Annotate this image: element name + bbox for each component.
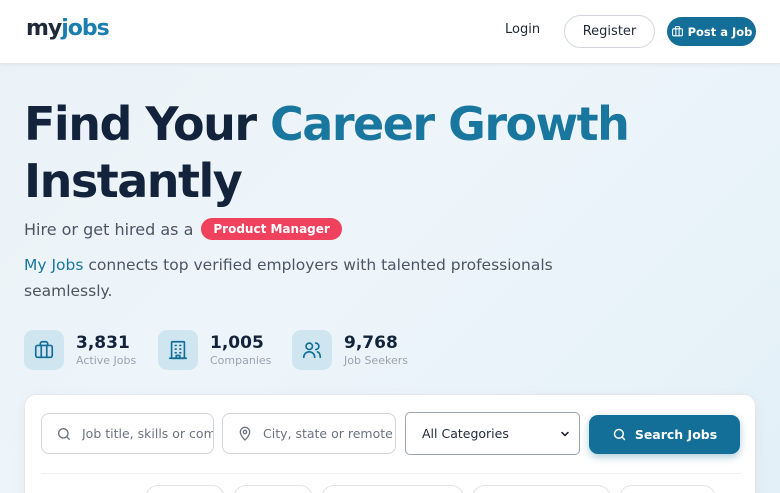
users-icon (302, 342, 322, 359)
stat-active-jobs: 3,831 Active Jobs (24, 330, 136, 370)
top-nav-bar: myjobs Login Register Post a Job (0, 0, 780, 64)
stat-job-seekers: 9,768 Job Seekers (292, 330, 408, 370)
stat-companies: 1,005 Companies (158, 330, 271, 370)
search-jobs-button[interactable]: Search Jobs (589, 415, 740, 454)
stat-icon-wrapper (24, 330, 64, 370)
popular-search-chip[interactable] (233, 485, 313, 493)
location-input[interactable] (263, 426, 395, 441)
category-selected-value: All Categories (422, 426, 509, 441)
map-pin-icon (239, 426, 251, 441)
brand-logo[interactable]: myjobs (26, 16, 110, 41)
login-link[interactable]: Login (505, 22, 540, 37)
stat-icon-wrapper (292, 330, 332, 370)
stat-value: 3,831 (76, 332, 130, 353)
subtitle-prefix: Hire or get hired as a (24, 219, 194, 239)
search-icon (58, 427, 70, 440)
stat-icon-wrapper (158, 330, 198, 370)
role-badge: Product Manager (201, 218, 342, 240)
category-select[interactable]: All Categories (405, 412, 580, 455)
popular-search-chip[interactable] (472, 485, 611, 493)
popular-search-chip[interactable] (619, 485, 716, 493)
chevron-down-icon (561, 431, 569, 436)
stat-label: Job Seekers (344, 353, 408, 367)
hero-description: My Jobs connects top verified employers … (24, 252, 564, 304)
logo-text-my: my (26, 16, 62, 41)
post-job-button[interactable]: Post a Job (667, 17, 756, 46)
description-brand: My Jobs (24, 256, 84, 274)
popular-search-chip[interactable] (321, 485, 464, 493)
briefcase-icon (34, 340, 54, 359)
hero-title-part1: Find Your (24, 97, 271, 151)
popular-search-chip[interactable] (145, 485, 225, 493)
briefcase-icon (671, 26, 683, 37)
logo-text-jobs: jobs (61, 16, 109, 41)
stat-label: Active Jobs (76, 353, 137, 367)
stat-label: Companies (210, 353, 272, 367)
hero-title: Find Your Career Growth Instantly (24, 96, 644, 210)
stat-value: 1,005 (210, 332, 264, 353)
keyword-input[interactable] (82, 426, 213, 441)
hero-title-accent: Career Growth (270, 97, 630, 151)
search-icon (613, 428, 626, 441)
search-button-label: Search Jobs (634, 427, 718, 442)
job-search-card: All Categories Search Jobs (24, 394, 756, 493)
description-text: connects top verified employers with tal… (24, 256, 553, 300)
hero-subtitle: Hire or get hired as a Product Manager (24, 218, 342, 240)
hero-title-part2: Instantly (24, 154, 243, 208)
register-button[interactable]: Register (564, 15, 655, 48)
post-job-label: Post a Job (687, 24, 753, 39)
location-field[interactable] (222, 413, 396, 454)
card-divider (41, 473, 741, 474)
stat-value: 9,768 (344, 332, 398, 353)
keyword-field[interactable] (41, 413, 214, 454)
building-icon (168, 340, 188, 360)
